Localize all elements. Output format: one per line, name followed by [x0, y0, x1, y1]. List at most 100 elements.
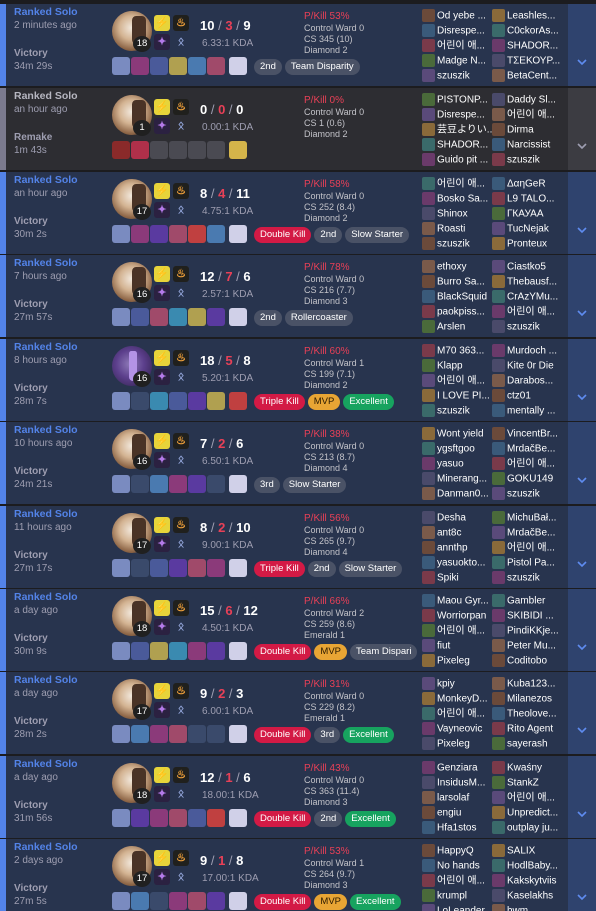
item-icon[interactable]	[131, 642, 149, 660]
item-icon[interactable]	[112, 892, 130, 910]
player-name[interactable]: Roasti	[437, 223, 465, 234]
player-entry[interactable]: Guido pit ...	[422, 151, 492, 166]
match-row[interactable]: Ranked Solo 10 hours ago Victory 24m 21s 16 ⚡…	[0, 422, 596, 504]
player-name[interactable]: Daddy Sl...	[507, 94, 556, 105]
player-entry[interactable]: ygsftgoo	[422, 440, 492, 455]
item-icon[interactable]	[150, 475, 168, 493]
player-entry[interactable]: annthp	[422, 539, 492, 554]
player-name[interactable]: Spiki	[437, 572, 459, 583]
player-entry[interactable]: 어린이 애...	[422, 872, 492, 887]
player-name[interactable]: szuszik	[507, 321, 540, 332]
expand-button[interactable]	[568, 88, 596, 170]
flash-spell-icon[interactable]: ⚡	[154, 266, 170, 282]
ward-trinket-icon[interactable]	[229, 559, 247, 577]
player-entry[interactable]: Kwaśny	[492, 759, 562, 774]
item-icon[interactable]	[131, 892, 149, 910]
item-icon[interactable]	[112, 308, 130, 326]
player-name[interactable]: Rito Agent	[507, 723, 553, 734]
ward-trinket-icon[interactable]	[229, 225, 247, 243]
item-icon[interactable]	[150, 225, 168, 243]
expand-button[interactable]	[568, 506, 596, 588]
player-name[interactable]: HappyQ	[437, 845, 474, 856]
player-entry[interactable]: yasuo	[422, 455, 492, 470]
player-name[interactable]: ygsftgoo	[437, 443, 475, 454]
keystone-rune-icon[interactable]: ✦	[154, 285, 170, 301]
player-entry[interactable]: ctz01	[492, 387, 562, 402]
player-entry[interactable]: outplay ju...	[492, 819, 562, 834]
player-entry[interactable]: Leashles...	[492, 7, 562, 22]
ward-trinket-icon[interactable]	[229, 725, 247, 743]
player-entry[interactable]: ant8c	[422, 524, 492, 539]
player-entry[interactable]: SALIX	[492, 842, 562, 857]
player-name[interactable]: Kakskytviis	[507, 875, 556, 886]
player-name[interactable]: outplay ju...	[507, 822, 558, 833]
player-entry[interactable]: Murdoch ...	[492, 342, 562, 357]
item-icon[interactable]	[188, 57, 206, 75]
player-entry[interactable]: Theolove...	[492, 705, 562, 720]
flash-spell-icon[interactable]: ⚡	[154, 767, 170, 783]
player-entry[interactable]: M70 363...	[422, 342, 492, 357]
item-icon[interactable]	[207, 392, 225, 410]
player-name[interactable]: Murdoch ...	[507, 345, 557, 356]
player-name[interactable]: ΤΣΕΚΟΥΡ...	[507, 55, 560, 66]
item-icon[interactable]	[169, 809, 187, 827]
expand-button[interactable]	[568, 422, 596, 504]
player-name[interactable]: Disrespe...	[437, 25, 485, 36]
player-name[interactable]: MrdačBe...	[507, 527, 555, 538]
item-icon[interactable]	[131, 308, 149, 326]
player-entry[interactable]: Kaselakhs	[492, 887, 562, 902]
player-name[interactable]: Coditobo	[507, 655, 547, 666]
player-name[interactable]: 어린이 애...	[507, 792, 555, 803]
player-entry[interactable]: Kakskytviis	[492, 872, 562, 887]
player-entry[interactable]: sayerash	[492, 735, 562, 750]
player-name[interactable]: Minerang...	[437, 473, 487, 484]
player-entry[interactable]: PindiKKje...	[492, 622, 562, 637]
item-icon[interactable]	[169, 225, 187, 243]
player-name[interactable]: 芸豆よりい...	[437, 124, 492, 135]
player-name[interactable]: szuszik	[437, 405, 470, 416]
expand-button[interactable]	[568, 339, 596, 421]
player-name[interactable]: Pronteux	[507, 238, 547, 249]
player-name[interactable]: ethoxy	[437, 261, 466, 272]
player-name[interactable]: 어린이 애...	[437, 375, 485, 386]
item-icon[interactable]	[169, 475, 187, 493]
player-name[interactable]: Arslen	[437, 321, 465, 332]
ignite-spell-icon[interactable]: ♨	[173, 183, 189, 199]
ignite-spell-icon[interactable]: ♨	[173, 850, 189, 866]
item-icon[interactable]	[131, 725, 149, 743]
item-icon[interactable]	[169, 308, 187, 326]
ignite-spell-icon[interactable]: ♨	[173, 15, 189, 31]
flash-spell-icon[interactable]: ⚡	[154, 99, 170, 115]
item-icon[interactable]	[169, 642, 187, 660]
player-name[interactable]: yasuo	[437, 458, 464, 469]
player-name[interactable]: M70 363...	[437, 345, 484, 356]
player-entry[interactable]: szuszik	[422, 67, 492, 82]
player-name[interactable]: ГКАУАА	[507, 208, 544, 219]
player-name[interactable]: Pistol Pa...	[507, 557, 555, 568]
player-entry[interactable]: MrdačBe...	[492, 440, 562, 455]
player-name[interactable]: szuszik	[507, 572, 540, 583]
player-entry[interactable]: Hfa1stos	[422, 819, 492, 834]
player-name[interactable]: paokpiss...	[437, 306, 485, 317]
player-entry[interactable]: Worriorpan	[422, 607, 492, 622]
ward-trinket-icon[interactable]	[229, 57, 247, 75]
item-icon[interactable]	[188, 892, 206, 910]
expand-button[interactable]	[568, 589, 596, 671]
player-entry[interactable]: L9 TALO...	[492, 190, 562, 205]
player-name[interactable]: SHADOR...	[507, 40, 558, 51]
player-entry[interactable]: C0ckorAs...	[492, 22, 562, 37]
player-name[interactable]: szuszik	[437, 238, 470, 249]
player-name[interactable]: szuszik	[437, 70, 470, 81]
player-entry[interactable]: Pixeleg	[422, 735, 492, 750]
item-icon[interactable]	[112, 392, 130, 410]
flash-spell-icon[interactable]: ⚡	[154, 683, 170, 699]
player-entry[interactable]: 어린이 애...	[492, 455, 562, 470]
player-name[interactable]: StankZ	[507, 777, 539, 788]
player-name[interactable]: kpiy	[437, 678, 455, 689]
item-icon[interactable]	[207, 642, 225, 660]
flash-spell-icon[interactable]: ⚡	[154, 517, 170, 533]
player-entry[interactable]: 芸豆よりい...	[422, 121, 492, 136]
player-name[interactable]: MichuBał...	[507, 512, 556, 523]
player-entry[interactable]: 어린이 애...	[492, 539, 562, 554]
player-entry[interactable]: szuszik	[492, 485, 562, 500]
